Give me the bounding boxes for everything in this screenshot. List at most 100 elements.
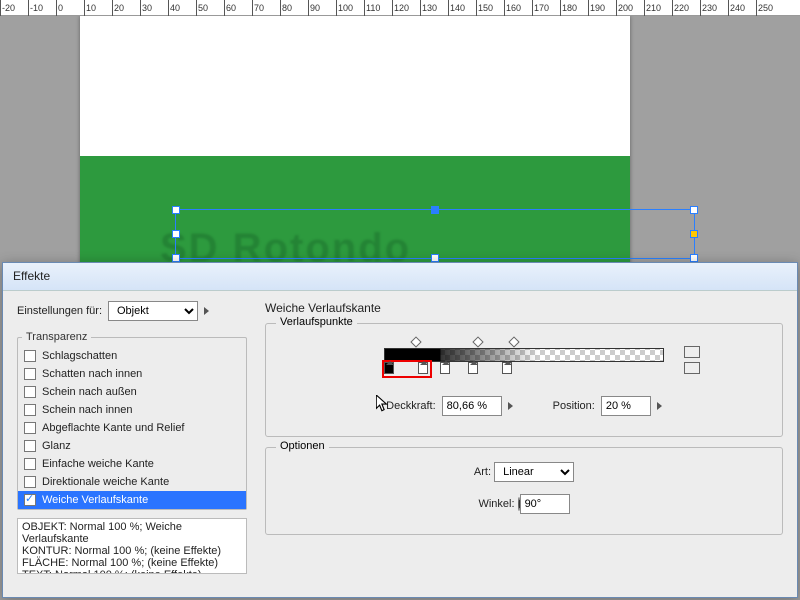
ruler-tick: 230 <box>700 0 717 16</box>
ruler-tick: 150 <box>476 0 493 16</box>
ruler-tick: 80 <box>280 0 292 16</box>
effects-dialog: Effekte Einstellungen für: Objekt Transp… <box>2 262 798 598</box>
ruler-tick: -10 <box>28 0 43 16</box>
delete-stop-icon[interactable] <box>684 362 700 374</box>
ruler-tick: 0 <box>56 0 63 16</box>
effect-item-schein-nach-innen[interactable]: Schein nach innen <box>18 401 246 419</box>
effect-checkbox[interactable] <box>24 494 36 506</box>
handle-right-center[interactable] <box>690 230 698 238</box>
midpoint-stop[interactable] <box>508 336 519 347</box>
ruler-tick: 40 <box>168 0 180 16</box>
effect-checkbox[interactable] <box>24 476 36 488</box>
effect-item-schlagschatten[interactable]: Schlagschatten <box>18 347 246 365</box>
gradient-stops-row[interactable] <box>384 362 664 378</box>
handle-bottom-center[interactable] <box>431 254 439 262</box>
effect-checkbox[interactable] <box>24 368 36 380</box>
midpoint-stop[interactable] <box>410 336 421 347</box>
settings-for-select[interactable]: Objekt <box>108 301 198 321</box>
ruler-tick: 200 <box>616 0 633 16</box>
effects-right-panel: Weiche Verlaufskante Verlaufspunkte <box>265 301 783 574</box>
ruler-tick: 10 <box>84 0 96 16</box>
ruler-tick: 30 <box>140 0 152 16</box>
ruler-tick: -20 <box>0 0 15 16</box>
handle-bottom-left[interactable] <box>172 254 180 262</box>
type-select[interactable]: Linear <box>494 462 574 482</box>
ruler-tick: 90 <box>308 0 320 16</box>
panel-heading: Weiche Verlaufskante <box>265 301 783 315</box>
effect-label: Schlagschatten <box>42 350 117 362</box>
ruler-tick: 240 <box>728 0 745 16</box>
ruler-tick: 20 <box>112 0 124 16</box>
ruler-tick: 100 <box>336 0 353 16</box>
effect-label: Schein nach außen <box>42 386 137 398</box>
handle-bottom-right[interactable] <box>690 254 698 262</box>
effect-label: Glanz <box>42 440 71 452</box>
ruler-tick: 50 <box>196 0 208 16</box>
effect-item-schatten-nach-innen[interactable]: Schatten nach innen <box>18 365 246 383</box>
dropdown-arrow-icon <box>204 307 209 315</box>
gradient-points-group: Verlaufspunkte <box>265 323 783 437</box>
ruler-tick: 60 <box>224 0 236 16</box>
effect-item-einfache-weiche-kante[interactable]: Einfache weiche Kante <box>18 455 246 473</box>
options-group: Optionen Art: Linear Winkel: <box>265 447 783 535</box>
gradient-stop[interactable] <box>502 362 512 374</box>
effect-checkbox[interactable] <box>24 350 36 362</box>
ruler-tick: 70 <box>252 0 264 16</box>
angle-input[interactable] <box>520 494 570 514</box>
effect-label: Direktionale weiche Kante <box>42 476 169 488</box>
spinner-icon[interactable] <box>657 402 662 410</box>
gradient-stop[interactable] <box>468 362 478 374</box>
effect-item-direktionale-weiche-kante[interactable]: Direktionale weiche Kante <box>18 473 246 491</box>
ruler-tick: 130 <box>420 0 437 16</box>
ruler-tick: 210 <box>644 0 661 16</box>
ruler-tick: 180 <box>560 0 577 16</box>
summary-line: OBJEKT: Normal 100 %; Weiche Verlaufskan… <box>22 521 242 545</box>
effect-label: Schein nach innen <box>42 404 133 416</box>
effect-item-schein-nach-au-en[interactable]: Schein nach außen <box>18 383 246 401</box>
effect-checkbox[interactable] <box>24 458 36 470</box>
effect-item-weiche-verlaufskante[interactable]: Weiche Verlaufskante <box>18 491 246 509</box>
effects-summary-box: OBJEKT: Normal 100 %; Weiche Verlaufskan… <box>17 518 247 574</box>
angle-label: Winkel: <box>478 498 514 510</box>
effect-checkbox[interactable] <box>24 404 36 416</box>
dialog-title: Effekte <box>3 263 797 291</box>
effect-label: Weiche Verlaufskante <box>42 494 148 506</box>
opacity-label: Deckkraft: <box>386 400 436 412</box>
effects-list-legend: Transparenz <box>22 331 91 343</box>
horizontal-ruler: -20-100102030405060708090100110120130140… <box>0 0 800 16</box>
effects-list-group: Transparenz Schlagschatten Schatten nach … <box>17 331 247 510</box>
effects-left-panel: Einstellungen für: Objekt Transparenz Sc… <box>17 301 247 574</box>
ruler-tick: 220 <box>672 0 689 16</box>
type-label: Art: <box>474 466 491 478</box>
gradient-stop[interactable] <box>384 362 394 374</box>
midpoint-stop[interactable] <box>472 336 483 347</box>
effect-checkbox[interactable] <box>24 422 36 434</box>
effect-label: Abgeflachte Kante und Relief <box>42 422 185 434</box>
effect-checkbox[interactable] <box>24 386 36 398</box>
handle-top-center[interactable] <box>431 206 439 214</box>
angle-dial[interactable] <box>518 497 520 511</box>
gradient-stop[interactable] <box>418 362 428 374</box>
ruler-tick: 190 <box>588 0 605 16</box>
settings-for-label: Einstellungen für: <box>17 305 102 317</box>
gradient-stop-selected[interactable] <box>440 362 450 374</box>
handle-top-left[interactable] <box>172 206 180 214</box>
summary-line: KONTUR: Normal 100 %; (keine Effekte) <box>22 545 242 557</box>
handle-top-right[interactable] <box>690 206 698 214</box>
gradient-midpoints[interactable] <box>384 338 664 348</box>
opacity-input[interactable] <box>442 396 502 416</box>
effect-item-abgeflachte-kante-und-relief[interactable]: Abgeflachte Kante und Relief <box>18 419 246 437</box>
spinner-icon[interactable] <box>508 402 513 410</box>
reverse-gradient-icon[interactable] <box>684 346 700 358</box>
handle-left-center[interactable] <box>172 230 180 238</box>
position-label: Position: <box>553 400 595 412</box>
effect-label: Schatten nach innen <box>42 368 142 380</box>
ruler-tick: 250 <box>756 0 773 16</box>
options-label: Optionen <box>276 440 329 452</box>
position-input[interactable] <box>601 396 651 416</box>
effect-item-glanz[interactable]: Glanz <box>18 437 246 455</box>
effect-checkbox[interactable] <box>24 440 36 452</box>
ruler-tick: 160 <box>504 0 521 16</box>
gradient-points-label: Verlaufspunkte <box>276 316 357 328</box>
selection-frame[interactable] <box>175 209 695 259</box>
